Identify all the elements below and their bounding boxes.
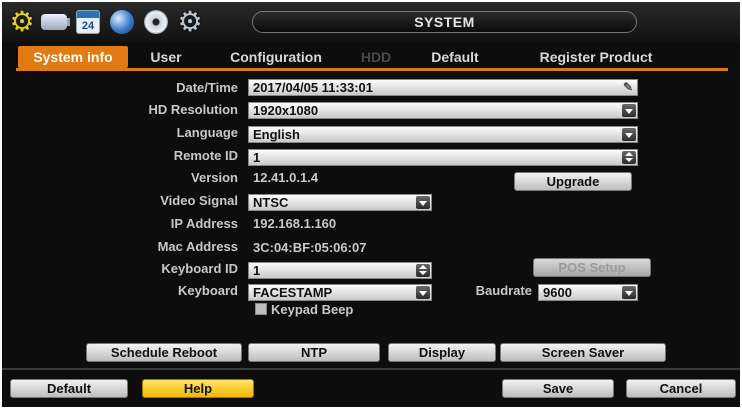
tab-hdd: HDD (360, 49, 392, 65)
video-signal-select[interactable]: NTSC (248, 194, 432, 211)
video-signal-value: NTSC (253, 195, 289, 210)
screen-saver-button[interactable]: Screen Saver (500, 343, 666, 362)
chevron-down-icon[interactable] (622, 128, 636, 141)
keypad-beep-label: Keypad Beep (271, 302, 354, 317)
spin-arrows-icon[interactable] (622, 151, 636, 164)
date-time-label: Date/Time (176, 80, 238, 95)
schedule-reboot-button[interactable]: Schedule Reboot (86, 343, 242, 362)
keyboard-id-stepper[interactable]: 1 (248, 262, 432, 279)
keyboard-id-value: 1 (253, 263, 261, 278)
tab-default[interactable]: Default (418, 46, 492, 68)
globe-icon[interactable] (108, 8, 136, 36)
keyboard-select[interactable]: FACESTAMP (248, 284, 432, 301)
display-button[interactable]: Display (388, 343, 496, 362)
help-button[interactable]: Help (142, 379, 254, 398)
baudrate-label: Baudrate (475, 283, 532, 298)
remote-id-stepper[interactable]: 1 (248, 149, 638, 166)
date-time-field[interactable]: 2017/04/05 11:33:01 ✎ (248, 79, 638, 96)
ip-address-value: 192.168.1.160 (253, 216, 337, 231)
remote-id-label: Remote ID (173, 148, 238, 163)
language-value: English (253, 127, 300, 142)
edit-pencil-icon[interactable]: ✎ (621, 81, 635, 94)
version-label: Version (191, 170, 238, 185)
mac-address-value: 3C:04:BF:05:06:07 (253, 240, 367, 255)
baudrate-value: 9600 (543, 285, 572, 300)
ntp-button[interactable]: NTP (248, 343, 380, 362)
date-time-value: 2017/04/05 11:33:01 (253, 80, 373, 95)
ip-address-label: IP Address (170, 216, 238, 231)
tab-system-info[interactable]: System info (18, 46, 128, 68)
default-button[interactable]: Default (10, 379, 128, 398)
remote-id-value: 1 (253, 150, 261, 165)
mac-address-label: Mac Address (157, 239, 238, 254)
tab-bar: System info User Configuration HDD Defau… (16, 46, 728, 68)
save-button[interactable]: Save (502, 379, 614, 398)
spin-arrows-icon[interactable] (416, 264, 430, 277)
tab-configuration[interactable]: Configuration (212, 46, 340, 68)
upgrade-button[interactable]: Upgrade (514, 172, 632, 191)
keypad-beep-checkbox[interactable] (255, 303, 267, 315)
language-select[interactable]: English (248, 126, 638, 143)
battery-icon[interactable] (40, 8, 70, 36)
chevron-down-icon[interactable] (416, 286, 430, 299)
tab-underline (16, 68, 728, 71)
chevron-down-icon[interactable] (416, 196, 430, 209)
footer-divider (2, 368, 740, 370)
language-label: Language (176, 125, 238, 140)
calendar-icon[interactable]: 24 (74, 8, 102, 36)
tab-register-product[interactable]: Register Product (516, 46, 676, 68)
keyboard-value: FACESTAMP (253, 285, 333, 300)
disc-icon[interactable] (142, 8, 170, 36)
video-signal-label: Video Signal (160, 193, 238, 208)
pos-setup-button: POS Setup (533, 258, 651, 277)
settings-cog-icon[interactable]: ⚙ (176, 8, 204, 36)
window-title: SYSTEM (252, 11, 637, 33)
keyboard-label: Keyboard (178, 283, 238, 298)
system-window: ⚙ 24 ⚙ SYSTEM System info User Configura… (2, 2, 740, 407)
tab-user[interactable]: User (140, 46, 192, 68)
hd-resolution-select[interactable]: 1920x1080 (248, 102, 638, 119)
top-icon-bar: ⚙ 24 ⚙ SYSTEM (2, 2, 740, 42)
chevron-down-icon[interactable] (622, 104, 636, 117)
version-value: 12.41.0.1.4 (253, 170, 319, 185)
cancel-button[interactable]: Cancel (626, 379, 736, 398)
hd-resolution-value: 1920x1080 (253, 103, 319, 118)
baudrate-select[interactable]: 9600 (538, 284, 638, 301)
chevron-down-icon[interactable] (622, 286, 636, 299)
keyboard-id-label: Keyboard ID (161, 261, 238, 276)
settings-gear-icon[interactable]: ⚙ (8, 8, 36, 36)
hd-resolution-label: HD Resolution (148, 102, 238, 117)
